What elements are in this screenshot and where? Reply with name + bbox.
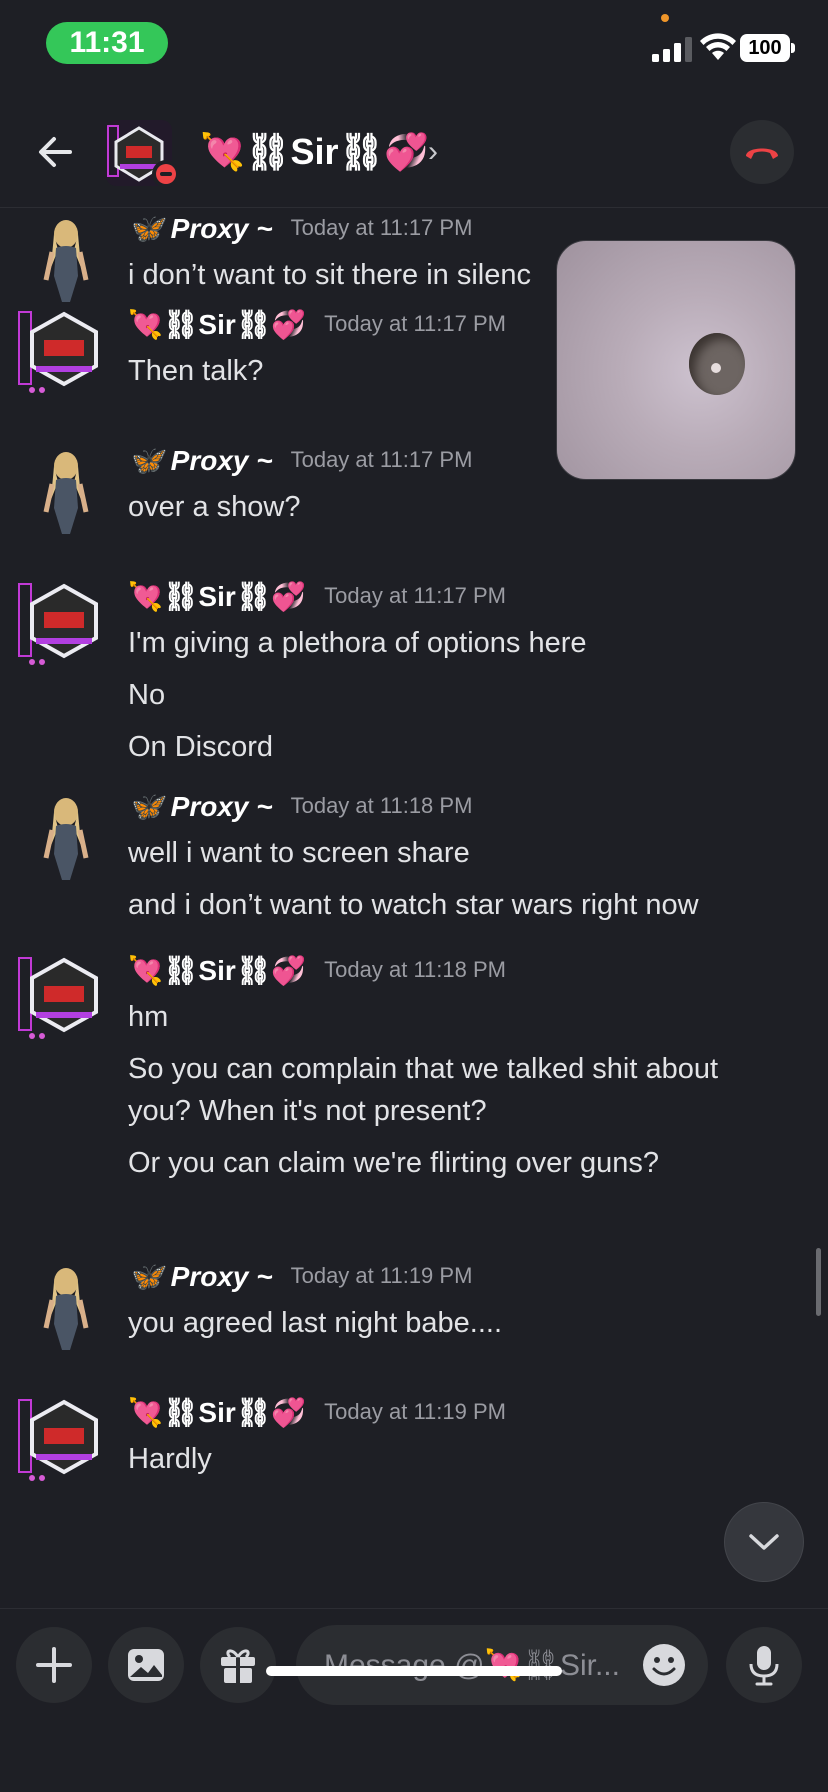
username[interactable]: 🦋 Proxy ~ <box>128 444 273 477</box>
message-header: 🦋 Proxy ~ Today at 11:17 PM <box>128 440 472 480</box>
message-header: 🦋 Proxy ~ Today at 11:17 PM <box>128 208 472 248</box>
scrollbar[interactable] <box>816 1248 821 1316</box>
avatar-proxy[interactable] <box>16 210 112 306</box>
back-arrow-icon[interactable] <box>30 126 82 178</box>
do-not-disturb-status-icon <box>152 160 180 188</box>
conversation-title[interactable]: 💘⛓Sir⛓💞 <box>200 126 429 178</box>
avatar-proxy[interactable] <box>16 788 112 884</box>
timestamp: Today at 11:17 PM <box>290 447 473 472</box>
message-text[interactable]: So you can complain that we talked shit … <box>128 1048 718 1090</box>
username[interactable]: 🦋 Proxy ~ <box>128 790 273 823</box>
message-header: 🦋 Proxy ~ Today at 11:19 PM <box>128 1256 472 1296</box>
avatar-sir[interactable] <box>16 1392 112 1488</box>
header-chevron-icon[interactable]: › <box>428 126 438 178</box>
username[interactable]: 💘⛓Sir⛓💞 <box>128 308 306 341</box>
attach-button[interactable] <box>16 1627 92 1703</box>
voice-message-button[interactable] <box>726 1627 802 1703</box>
composer-bar: Message @💘⛓Sir... <box>0 1608 828 1792</box>
avatar-sir[interactable] <box>16 950 112 1046</box>
avatar-proxy[interactable] <box>16 1258 112 1354</box>
username[interactable]: 💘⛓Sir⛓💞 <box>128 580 306 613</box>
timestamp: Today at 11:17 PM <box>324 583 506 608</box>
username[interactable]: 🦋 Proxy ~ <box>128 212 273 245</box>
message-text[interactable]: you agreed last night babe.... <box>128 1302 502 1344</box>
message-text[interactable]: Hardly <box>128 1438 212 1480</box>
jump-to-latest-button[interactable] <box>724 1502 804 1582</box>
timestamp: Today at 11:18 PM <box>324 957 506 982</box>
timestamp: Today at 11:19 PM <box>290 1263 473 1288</box>
hangup-button[interactable] <box>730 120 794 184</box>
microphone-icon <box>749 1646 779 1686</box>
image-icon <box>128 1649 164 1681</box>
message-text[interactable]: hm <box>128 996 168 1038</box>
status-time: 11:31 <box>46 22 168 64</box>
gift-icon <box>221 1649 255 1683</box>
chevron-down-icon <box>749 1534 779 1550</box>
chat-header: 💘⛓Sir⛓💞 › <box>0 100 828 208</box>
username[interactable]: 💘⛓Sir⛓💞 <box>128 1396 306 1429</box>
gift-button[interactable] <box>200 1627 276 1703</box>
message-header: 💘⛓Sir⛓💞 Today at 11:17 PM <box>128 576 506 616</box>
video-call-preview[interactable] <box>556 240 796 480</box>
message-input[interactable]: Message @💘⛓Sir... <box>296 1625 708 1705</box>
status-bar: 11:31 100 <box>0 0 828 90</box>
battery-indicator: 100 <box>740 34 790 62</box>
privacy-indicator-dot <box>661 14 669 22</box>
avatar-proxy[interactable] <box>16 442 112 538</box>
plus-icon <box>36 1647 72 1683</box>
avatar-sir[interactable] <box>16 304 112 400</box>
message-header: 💘⛓Sir⛓💞 Today at 11:18 PM <box>128 950 506 990</box>
wifi-icon <box>700 33 736 60</box>
timestamp: Today at 11:19 PM <box>324 1399 506 1424</box>
home-indicator[interactable] <box>266 1666 562 1676</box>
video-feed-content <box>689 333 745 395</box>
message-text[interactable]: i don’t want to sit there in silenc <box>128 254 531 296</box>
message-text[interactable]: well i want to screen share <box>128 832 470 874</box>
message-header: 💘⛓Sir⛓💞 Today at 11:19 PM <box>128 1392 506 1432</box>
cellular-signal-icon <box>652 37 692 62</box>
username[interactable]: 💘⛓Sir⛓💞 <box>128 954 306 987</box>
message-text[interactable]: No <box>128 674 165 716</box>
username[interactable]: 🦋 Proxy ~ <box>128 1260 273 1293</box>
hangup-icon <box>746 148 778 159</box>
message-header: 🦋 Proxy ~ Today at 11:18 PM <box>128 786 472 826</box>
timestamp: Today at 11:17 PM <box>324 311 506 336</box>
message-text[interactable]: Or you can claim we're flirting over gun… <box>128 1142 659 1184</box>
timestamp: Today at 11:17 PM <box>290 215 473 240</box>
media-button[interactable] <box>108 1627 184 1703</box>
timestamp: Today at 11:18 PM <box>290 793 473 818</box>
message-input-placeholder: Message @💘⛓Sir... <box>324 1648 620 1682</box>
message-text[interactable]: and i don’t want to watch star wars righ… <box>128 884 699 926</box>
message-text[interactable]: On Discord <box>128 726 273 768</box>
battery-nub <box>791 43 795 53</box>
message-text[interactable]: Then talk? <box>128 350 263 392</box>
avatar-sir[interactable] <box>16 576 112 672</box>
message-text[interactable]: I'm giving a plethora of options here <box>128 622 587 664</box>
message-text[interactable]: over a show? <box>128 486 301 528</box>
message-text[interactable]: you? When it's not present? <box>128 1090 487 1132</box>
emoji-icon[interactable] <box>642 1643 686 1687</box>
message-header: 💘⛓Sir⛓💞 Today at 11:17 PM <box>128 304 506 344</box>
